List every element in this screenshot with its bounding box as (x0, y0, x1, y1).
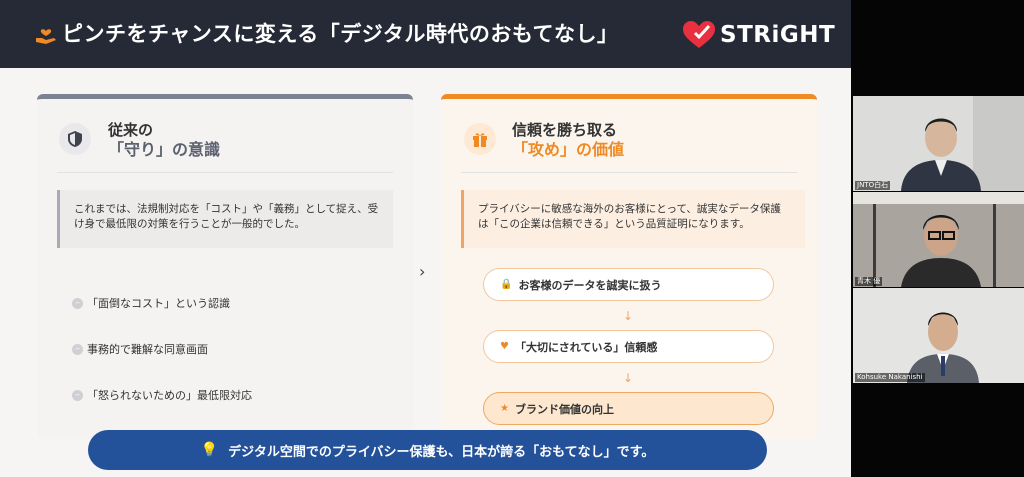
list-item: – 事務的で難解な同意画面 (72, 341, 208, 357)
presentation-slide: ピンチをチャンスに変える「デジタル時代のおもてなし」 STRiGHT 従来の 「… (0, 0, 851, 477)
value-step: 🔒 お客様のデータを誠実に扱う (483, 268, 774, 301)
minus-icon: – (72, 343, 83, 355)
participant-video-tile[interactable]: 青木 優 (853, 192, 1024, 287)
minus-icon: – (72, 389, 83, 401)
slide-title: ピンチをチャンスに変える「デジタル時代のおもてなし」 (62, 22, 619, 46)
heart-icon: ♥ (500, 341, 509, 352)
person-silhouette-icon (853, 288, 1024, 383)
divider (57, 172, 393, 173)
divider (461, 172, 797, 173)
value-title: 信頼を勝ち取る 「攻め」の価値 (512, 121, 625, 159)
minus-icon: – (72, 297, 83, 309)
participant-video-tile[interactable]: Kohsuke Nakanishi (853, 288, 1024, 383)
value-step: ★ ブランド価値の向上 (483, 392, 774, 425)
heart-logo-icon (683, 21, 715, 48)
shield-icon (59, 123, 91, 155)
traditional-quote: これまでは、法規制対応を「コスト」や「義務」として捉え、受け身で最低限の対策を行… (57, 190, 393, 248)
gift-icon (464, 123, 496, 155)
value-card (441, 94, 817, 439)
value-quote: プライバシーに敏感な海外のお客様にとって、誠実なデータ保護は「この企業は信頼でき… (461, 190, 805, 248)
list-item: – 「面倒なコスト」という認識 (72, 295, 230, 311)
list-item: – 「怒られないための」最低限対応 (72, 387, 252, 403)
lock-icon: 🔒 (500, 279, 513, 290)
hand-heart-icon (36, 29, 56, 44)
person-silhouette-icon (853, 192, 1024, 287)
traditional-title: 従来の 「守り」の意識 (108, 121, 221, 159)
stright-logo: STRiGHT (682, 20, 835, 50)
person-silhouette-icon (853, 96, 1024, 191)
lightbulb-icon: 💡 (200, 442, 219, 458)
slide-header: ピンチをチャンスに変える「デジタル時代のおもてなし」 STRiGHT (0, 0, 851, 68)
arrow-down-icon: ↓ (623, 371, 634, 385)
bottom-banner: 💡 デジタル空間でのプライバシー保護も、日本が誇る「おもてなし」です。 (88, 430, 767, 470)
participant-video-tile[interactable]: JNTO白石 (853, 96, 1024, 191)
star-icon: ★ (500, 403, 509, 414)
chevron-right-icon: › (419, 262, 426, 281)
arrow-down-icon: ↓ (623, 309, 634, 323)
value-step: ♥ 「大切にされている」信頼感 (483, 330, 774, 363)
